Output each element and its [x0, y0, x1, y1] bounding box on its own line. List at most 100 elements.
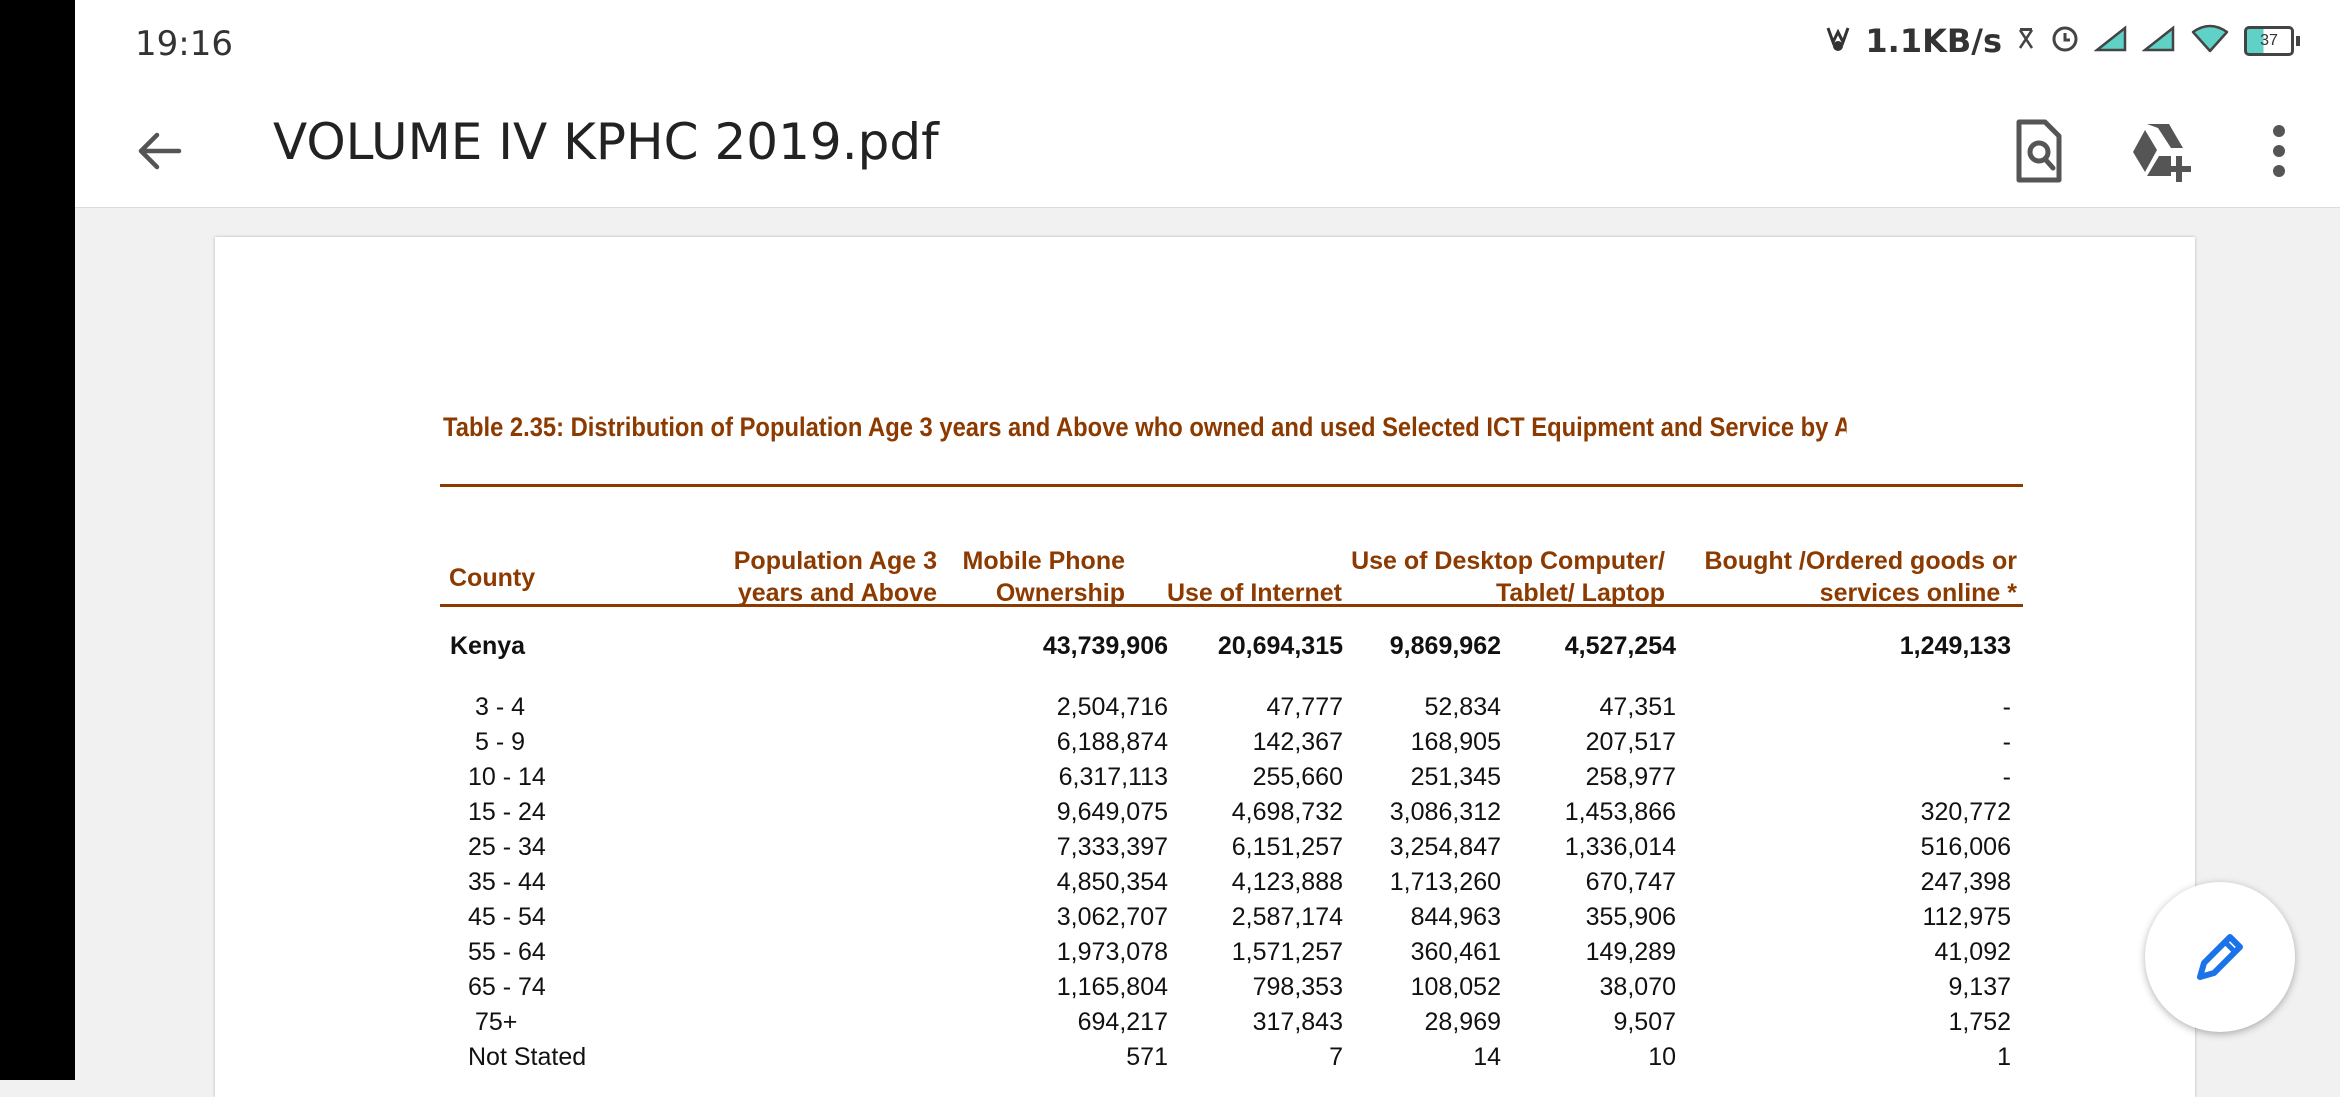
alarm-clock-icon	[2050, 24, 2080, 59]
cell-mobile: 47,777	[1266, 693, 1343, 721]
row-label: 55 - 64	[468, 938, 546, 966]
cell-desktop: 207,517	[1585, 728, 1676, 756]
cell-mobile: 4,123,888	[1231, 868, 1343, 896]
add-to-drive-icon	[2133, 124, 2191, 182]
add-to-drive-button[interactable]	[2125, 113, 2201, 189]
cell-mobile: 317,843	[1252, 1008, 1343, 1036]
table-row: 5 - 9 6,188,874 142,367 168,905 207,517 -	[440, 728, 2023, 763]
table-row-total: Kenya 43,739,906 20,694,315 9,869,962 4,…	[440, 632, 2023, 667]
table-row: 3 - 4 2,504,716 47,777 52,834 47,351 -	[440, 693, 2023, 728]
table-row: 35 - 44 4,850,354 4,123,888 1,713,260 670,74…	[440, 868, 2023, 903]
cell-bought: 1,752	[1948, 1008, 2011, 1036]
cell-desktop: 670,747	[1585, 868, 1676, 896]
more-vert-icon	[2273, 125, 2285, 177]
app-bar: VOLUME IV KPHC 2019.pdf	[75, 95, 2340, 208]
table-row: Not Stated 571 7 14 10 1	[440, 1043, 2023, 1078]
cell-bought: 41,092	[1934, 938, 2011, 966]
header-population: Population Age 3 years and Above	[733, 547, 937, 607]
cell-population: 9,649,075	[1056, 798, 1168, 826]
cell-mobile: 2,587,174	[1231, 903, 1343, 931]
edit-pencil-icon	[2197, 934, 2243, 980]
cell-internet: 844,963	[1410, 903, 1501, 931]
cell-population: 43,739,906	[1042, 632, 1168, 660]
cell-mobile: 7	[1329, 1043, 1343, 1071]
cell-bought: 516,006	[1920, 833, 2011, 861]
row-label: Not Stated	[468, 1043, 587, 1071]
cell-population: 1,165,804	[1056, 973, 1168, 1001]
edit-fab-button[interactable]	[2145, 882, 2295, 1032]
header-bought-online: Bought /Ordered goods or services online…	[1704, 547, 2018, 607]
cell-desktop: 258,977	[1585, 763, 1676, 791]
cell-internet: 360,461	[1410, 938, 1501, 966]
row-label: 15 - 24	[468, 798, 546, 826]
cell-desktop: 9,507	[1613, 1008, 1676, 1036]
cell-internet: 1,713,260	[1389, 868, 1501, 896]
table-row: 45 - 54 3,062,707 2,587,174 844,963 355,906 1…	[440, 903, 2023, 938]
row-label: 25 - 34	[468, 833, 546, 861]
mute-icon	[2016, 26, 2036, 57]
back-arrow-icon	[138, 132, 182, 170]
cell-desktop: 355,906	[1585, 903, 1676, 931]
row-label: Kenya	[450, 632, 526, 660]
cell-bought: -	[2002, 728, 2011, 756]
back-button[interactable]	[125, 117, 193, 185]
cell-population: 6,188,874	[1056, 728, 1168, 756]
header-rule	[440, 604, 2023, 607]
table-row: 25 - 34 7,333,397 6,151,257 3,254,847 1,336,…	[440, 833, 2023, 868]
cell-desktop: 38,070	[1599, 973, 1676, 1001]
cell-desktop: 1,336,014	[1564, 833, 1676, 861]
search-in-document-button[interactable]	[2001, 113, 2077, 189]
cell-bought: 1,249,133	[1899, 632, 2011, 660]
row-label: 35 - 44	[468, 868, 546, 896]
cell-bought: -	[2002, 693, 2011, 721]
cell-desktop: 10	[1648, 1043, 1676, 1071]
cell-bought: 247,398	[1920, 868, 2011, 896]
table-row: 55 - 64 1,973,078 1,571,257 360,461 149,289 4…	[440, 938, 2023, 973]
table-row: 10 - 14 6,317,113 255,660 251,345 258,977 -	[440, 763, 2023, 798]
cell-desktop: 4,527,254	[1564, 632, 1676, 660]
cell-mobile: 6,151,257	[1231, 833, 1343, 861]
cell-population: 2,504,716	[1056, 693, 1168, 721]
cell-population: 1,973,078	[1056, 938, 1168, 966]
cell-population: 3,062,707	[1056, 903, 1168, 931]
title-rule	[440, 484, 2023, 487]
cell-bought: 9,137	[1948, 973, 2011, 1001]
cell-internet: 14	[1473, 1043, 1501, 1071]
cell-population: 6,317,113	[1058, 763, 1168, 791]
cell-mobile: 255,660	[1252, 763, 1343, 791]
table-row: 65 - 74 1,165,804 798,353 108,052 38,070 9,13…	[440, 973, 2023, 1008]
table-title: Table 2.35: Distribution of Population A…	[443, 412, 1847, 442]
row-label: 75+	[475, 1008, 518, 1036]
battery-icon: 37	[2244, 26, 2300, 56]
status-bar: 19:16 1.1KB/s 37	[75, 0, 2340, 95]
row-label: 5 - 9	[475, 728, 526, 756]
table-row: 75+ 694,217 317,843 28,969 9,507 1,752	[440, 1008, 2023, 1043]
header-county: County	[449, 564, 536, 592]
status-time: 19:16	[135, 24, 233, 64]
status-icons: 1.1KB/s 37	[1825, 22, 2300, 60]
cell-internet: 52,834	[1424, 693, 1501, 721]
cell-bought: -	[2002, 763, 2011, 791]
signal-1-icon	[2093, 24, 2128, 58]
cell-internet: 28,969	[1424, 1008, 1501, 1036]
signal-2-icon	[2141, 24, 2176, 58]
cell-desktop: 149,289	[1585, 938, 1676, 966]
wifi-icon	[2190, 23, 2230, 60]
row-label: 3 - 4	[475, 693, 526, 721]
row-label: 45 - 54	[468, 903, 546, 931]
cell-mobile: 20,694,315	[1217, 632, 1343, 660]
left-edge-bar	[0, 0, 75, 1080]
cell-internet: 3,254,847	[1389, 833, 1501, 861]
more-options-button[interactable]	[2241, 113, 2317, 189]
cell-internet: 251,345	[1410, 763, 1501, 791]
cell-bought: 1	[1997, 1043, 2011, 1071]
pdf-page: Table 2.35: Distribution of Population A…	[215, 237, 2195, 1097]
cell-internet: 108,052	[1410, 973, 1501, 1001]
cell-population: 4,850,354	[1056, 868, 1168, 896]
row-label: 65 - 74	[468, 973, 546, 1001]
cell-internet: 3,086,312	[1389, 798, 1501, 826]
cell-bought: 320,772	[1920, 798, 2011, 826]
search-document-icon	[2016, 119, 2062, 183]
table-row: 15 - 24 9,649,075 4,698,732 3,086,312 1,453,…	[440, 798, 2023, 833]
cell-mobile: 798,353	[1252, 973, 1343, 1001]
